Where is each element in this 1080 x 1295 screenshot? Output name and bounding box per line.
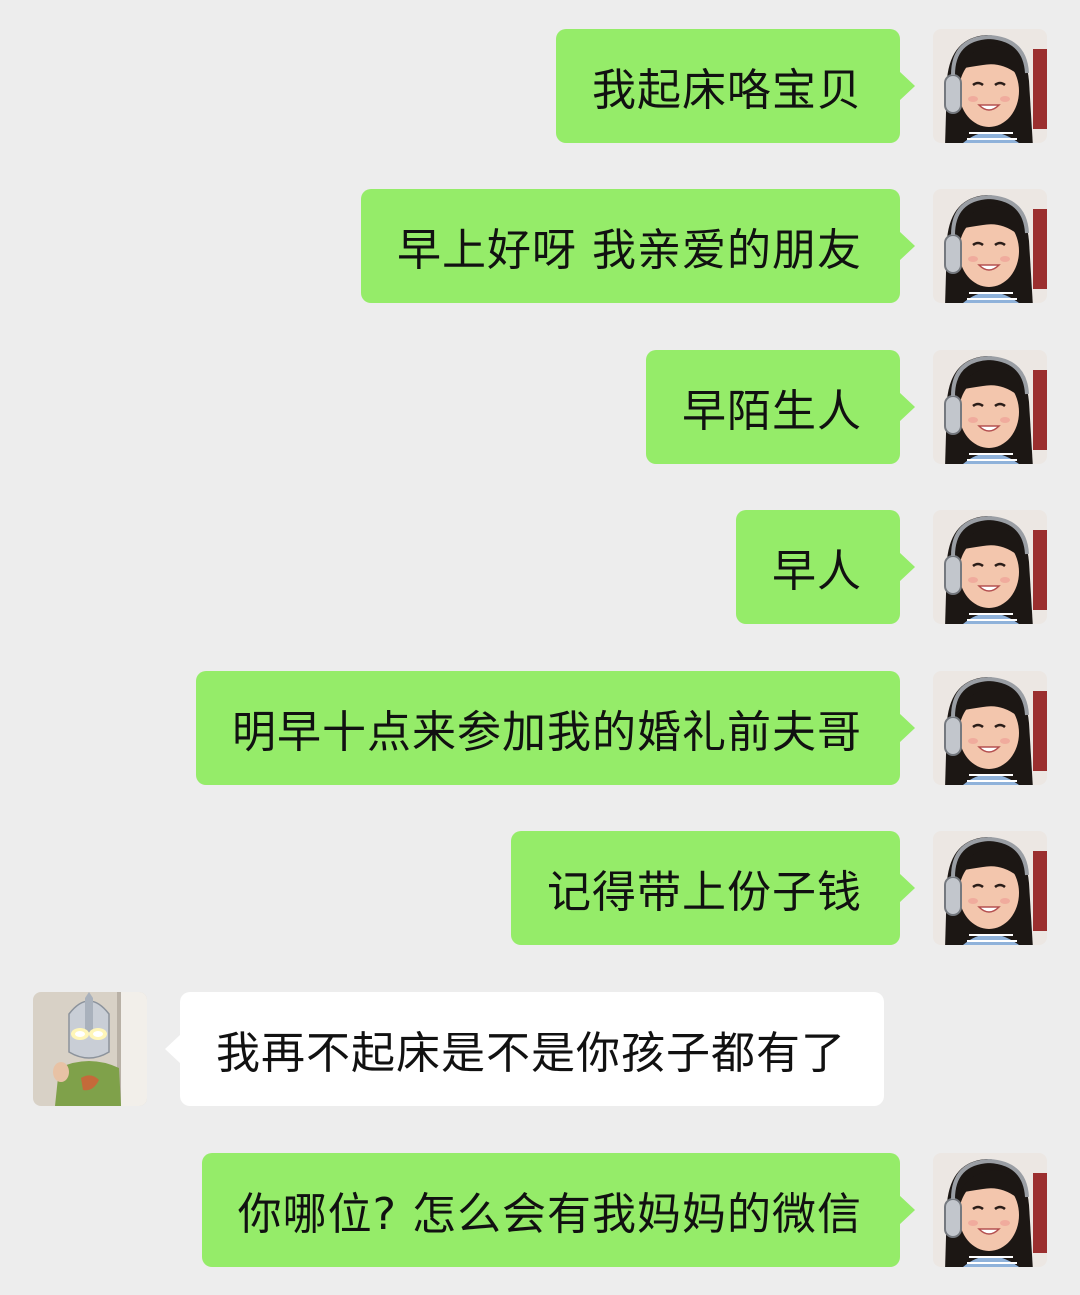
girl-with-headphones-avatar[interactable] — [933, 831, 1047, 945]
bubble-tail — [899, 713, 915, 743]
girl-with-headphones-avatar[interactable] — [933, 29, 1047, 143]
avatar-image — [933, 510, 1047, 624]
bubble-tail — [899, 1195, 915, 1225]
message-text: 早人 — [772, 546, 862, 597]
message-row-self: 早上好呀 我亲爱的朋友 — [0, 189, 1080, 303]
message-bubble-self[interactable]: 记得带上份子钱 — [511, 831, 915, 945]
message-bubble-self[interactable]: 早上好呀 我亲爱的朋友 — [361, 189, 915, 303]
message-text: 早陌生人 — [682, 386, 862, 437]
girl-with-headphones-avatar[interactable] — [933, 510, 1047, 624]
message-text: 早上好呀 我亲爱的朋友 — [397, 225, 862, 276]
bubble-tail — [165, 1034, 181, 1064]
message-row-self: 早人 — [0, 510, 1080, 624]
ultraman-mask-avatar[interactable] — [33, 992, 147, 1106]
bubble-tail — [899, 231, 915, 261]
avatar-image — [933, 29, 1047, 143]
bubble-tail — [899, 71, 915, 101]
message-row-self: 我起床咯宝贝 — [0, 29, 1080, 143]
girl-with-headphones-avatar[interactable] — [933, 350, 1047, 464]
message-bubble-self[interactable]: 我起床咯宝贝 — [556, 29, 915, 143]
message-bubble-self[interactable]: 早陌生人 — [646, 350, 915, 464]
avatar-image — [933, 189, 1047, 303]
girl-with-headphones-avatar[interactable] — [933, 189, 1047, 303]
girl-with-headphones-avatar[interactable] — [933, 671, 1047, 785]
avatar-image — [933, 1153, 1047, 1267]
avatar-image — [933, 831, 1047, 945]
message-text: 我起床咯宝贝 — [592, 65, 862, 116]
message-bubble-self[interactable]: 你哪位? 怎么会有我妈妈的微信 — [201, 1153, 915, 1267]
bubble-tail — [899, 552, 915, 582]
message-bubble-self[interactable]: 早人 — [736, 510, 915, 624]
message-text: 记得带上份子钱 — [547, 867, 862, 918]
message-text: 明早十点来参加我的婚礼前夫哥 — [232, 707, 862, 758]
bubble-tail — [899, 392, 915, 422]
avatar-image — [933, 671, 1047, 785]
chat-message-list[interactable]: 我起床咯宝贝 早上好呀 我亲爱的朋友 早陌生人 早人 明早十点来参加我的婚礼前夫… — [0, 0, 1080, 1295]
message-row-self: 记得带上份子钱 — [0, 831, 1080, 945]
message-bubble-other[interactable]: 我再不起床是不是你孩子都有了 — [165, 992, 884, 1106]
girl-with-headphones-avatar[interactable] — [933, 1153, 1047, 1267]
avatar-image — [933, 350, 1047, 464]
message-text: 我再不起床是不是你孩子都有了 — [216, 1028, 846, 1079]
message-row-self: 明早十点来参加我的婚礼前夫哥 — [0, 671, 1080, 785]
message-bubble-self[interactable]: 明早十点来参加我的婚礼前夫哥 — [196, 671, 915, 785]
message-row-self: 早陌生人 — [0, 350, 1080, 464]
message-text: 你哪位? 怎么会有我妈妈的微信 — [237, 1189, 862, 1240]
avatar-image — [33, 992, 147, 1106]
message-row-other: 我再不起床是不是你孩子都有了 — [0, 992, 1080, 1106]
bubble-tail — [899, 873, 915, 903]
message-row-self: 你哪位? 怎么会有我妈妈的微信 — [0, 1153, 1080, 1267]
